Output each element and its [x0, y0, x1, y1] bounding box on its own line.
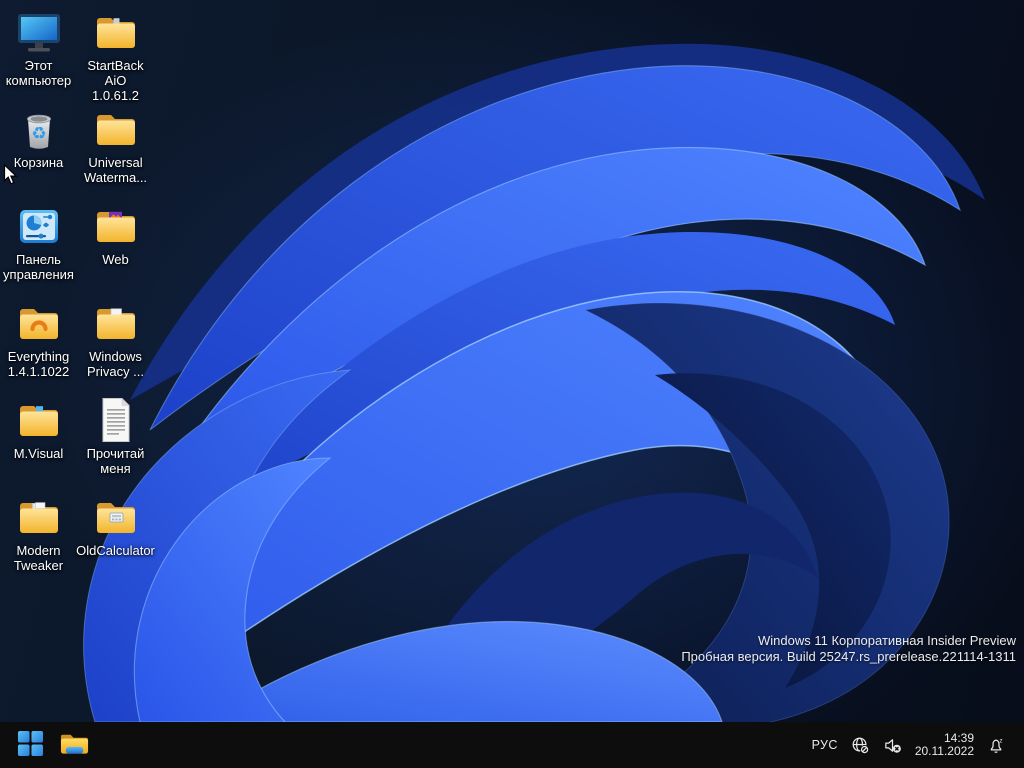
desktop-icon-control-panel[interactable]: Панель управления [1, 202, 77, 299]
desktop-icon-label: Everything 1.4.1.1022 [7, 349, 70, 379]
desktop-icon-label: StartBack AiO 1.0.61.2 [87, 58, 144, 103]
desktop-icon-label: OldCalculator [76, 543, 155, 558]
desktop-icon-recycle-bin[interactable]: ♻ Корзина [1, 105, 77, 202]
system-tray: РУС 14:39 20.11.2022 z [812, 732, 1024, 758]
control-panel-icon [15, 202, 63, 250]
folder-calculator-icon [92, 493, 140, 541]
folder-icon [92, 105, 140, 153]
desktop-icon-label: Этот компьютер [5, 58, 72, 88]
desktop-icon-label: Панель управления [3, 252, 74, 282]
taskbar: РУС 14:39 20.11.2022 z [0, 722, 1024, 768]
clock-date: 20.11.2022 [914, 744, 974, 758]
clock[interactable]: 14:39 20.11.2022 [915, 732, 974, 758]
taskbar-left-group [0, 725, 94, 765]
this-pc-icon [15, 8, 63, 56]
desktop-icon-universal-watermark[interactable]: Universal Waterma... [78, 105, 154, 202]
desktop-icon-readme[interactable]: Прочитай меня [78, 396, 154, 493]
desktop-icon-label: Modern Tweaker [13, 543, 64, 573]
svg-text:z: z [1000, 737, 1003, 744]
windows-logo-icon [17, 730, 44, 760]
file-explorer-button[interactable] [54, 725, 94, 765]
watermark-line1: Windows 11 Корпоративная Insider Preview [758, 633, 1016, 648]
desktop-icon-oldcalculator[interactable]: OldCalculator [76, 493, 155, 590]
folder-icon [15, 396, 63, 444]
volume-muted-icon[interactable] [883, 736, 902, 755]
desktop-icon-this-pc[interactable]: Этот компьютер [1, 8, 77, 105]
svg-text:♻: ♻ [31, 124, 46, 144]
desktop-icon-label: Windows Privacy ... [86, 349, 145, 379]
desktop: Этот компьютер StartBack AiO 1.0.61.2 ♻ [0, 0, 1024, 722]
folder-documents-icon [15, 493, 63, 541]
notification-bell-dnd-icon[interactable]: z [987, 736, 1006, 755]
watermark-line2: Пробная версия. Build 25247.rs_prereleas… [681, 649, 1016, 664]
desktop-icon-label: Universal Waterma... [83, 155, 148, 185]
desktop-icon-m-visual[interactable]: M.Visual [1, 396, 77, 493]
file-explorer-icon [59, 728, 90, 762]
recycle-bin-icon: ♻ [15, 105, 63, 153]
desktop-icon-label: Web [102, 252, 129, 267]
folder-orange-arc-icon [15, 299, 63, 347]
language-indicator[interactable]: РУС [812, 738, 838, 752]
desktop-icon-label: M.Visual [13, 446, 64, 461]
network-no-internet-icon[interactable] [851, 736, 870, 755]
text-file-icon [92, 396, 140, 444]
desktop-icon-grid: Этот компьютер StartBack AiO 1.0.61.2 ♻ [0, 8, 155, 590]
desktop-icon-modern-tweaker[interactable]: Modern Tweaker [1, 493, 77, 590]
desktop-icon-startback-aio[interactable]: StartBack AiO 1.0.61.2 [78, 8, 154, 105]
desktop-icon-everything[interactable]: Everything 1.4.1.1022 [1, 299, 77, 396]
desktop-icon-windows-privacy[interactable]: Windows Privacy ... [78, 299, 154, 396]
build-watermark: Windows 11 Корпоративная Insider Preview… [681, 633, 1016, 665]
folder-documents-icon [92, 299, 140, 347]
desktop-icon-web[interactable]: Web [78, 202, 154, 299]
desktop-icon-label: Корзина [13, 155, 64, 170]
folder-icon [92, 8, 140, 56]
desktop-icon-label: Прочитай меня [86, 446, 145, 476]
start-button[interactable] [10, 725, 50, 765]
folder-image-icon [92, 202, 140, 250]
